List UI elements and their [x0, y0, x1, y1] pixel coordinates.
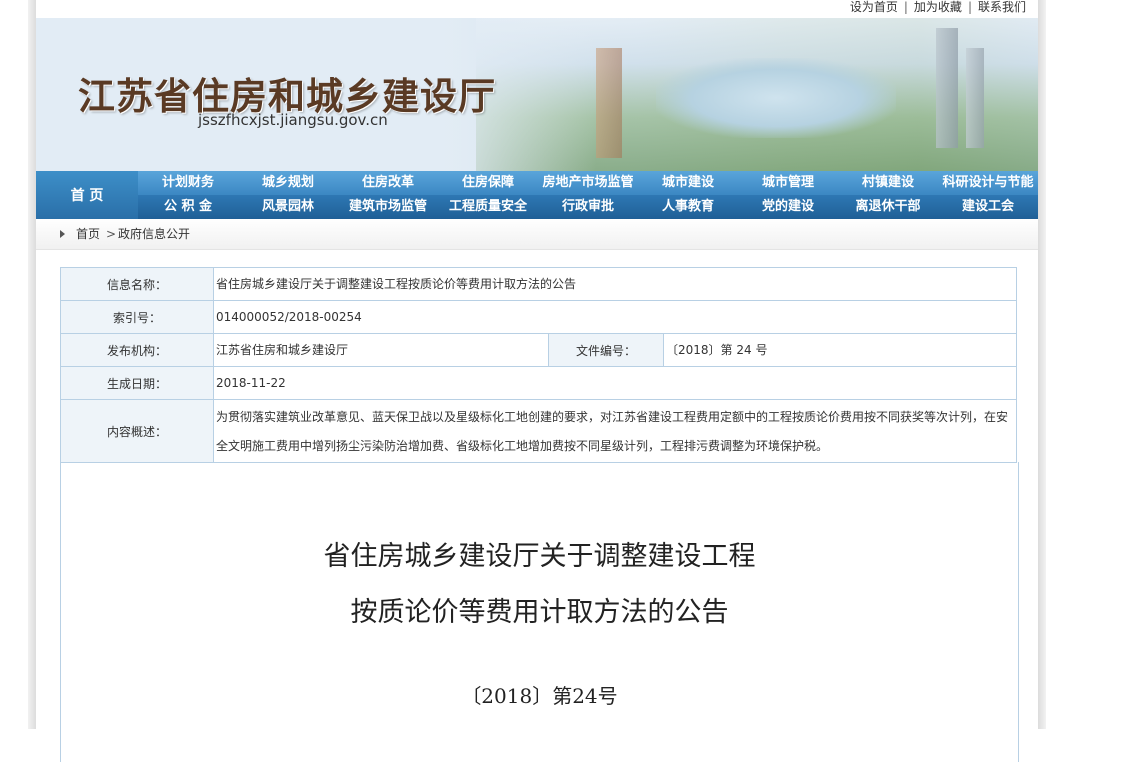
table-row: 索引号： 014000052/2018-00254	[60, 300, 1017, 334]
site-url: jsszfhcxjst.jiangsu.gov.cn	[198, 111, 388, 129]
page-shadow-right	[1038, 0, 1046, 729]
info-date-label: 生成日期：	[60, 366, 214, 400]
top-links: 设为首页 | 加为收藏 | 联系我们	[850, 0, 1026, 16]
table-row: 信息名称： 省住房城乡建设厅关于调整建设工程按质论价等费用计取方法的公告	[60, 267, 1017, 301]
nav-item-retired-cadres[interactable]: 离退休干部	[838, 195, 938, 219]
nav-item-party-building[interactable]: 党的建设	[738, 195, 838, 219]
contact-us-link[interactable]: 联系我们	[978, 0, 1026, 14]
breadcrumb-current-link[interactable]: 政府信息公开	[118, 219, 190, 249]
nav-item-urban-management[interactable]: 城市管理	[738, 171, 838, 195]
nav-item-personnel-education[interactable]: 人事教育	[638, 195, 738, 219]
info-date-value: 2018-11-22	[213, 366, 1017, 400]
nav-item-urban-construction[interactable]: 城市建设	[638, 171, 738, 195]
table-row: 内容概述： 为贯彻落实建筑业改革意见、蓝天保卫战以及星级标化工地创建的要求，对江…	[60, 399, 1017, 463]
breadcrumb-arrow-icon	[60, 230, 65, 238]
info-index-value: 014000052/2018-00254	[213, 300, 1017, 334]
set-homepage-link[interactable]: 设为首页	[850, 0, 898, 14]
info-docno-value: 〔2018〕第 24 号	[663, 333, 1017, 367]
top-links-divider: |	[967, 0, 972, 14]
nav-item-landscape-garden[interactable]: 风景园林	[238, 195, 338, 219]
nav-item-housing-security[interactable]: 住房保障	[438, 171, 538, 195]
nav-item-research-design[interactable]: 科研设计与节能	[938, 171, 1038, 195]
nav-item-provident-fund[interactable]: 公 积 金	[138, 195, 238, 219]
info-org-label: 发布机构：	[60, 333, 214, 367]
breadcrumb-separator: >	[106, 227, 117, 241]
banner-water	[656, 58, 896, 138]
banner-building	[936, 28, 958, 148]
breadcrumb: 首页 > 政府信息公开	[36, 219, 1038, 250]
nav-item-real-estate-regulation[interactable]: 房地产市场监管	[538, 171, 638, 195]
table-row: 生成日期： 2018-11-22	[60, 366, 1017, 400]
page: 设为首页 | 加为收藏 | 联系我们 江苏省住房和城乡建设厅 jsszfhcxjst.j…	[36, 0, 1038, 762]
info-org-value: 江苏省住房和城乡建设厅	[213, 333, 549, 367]
nav-row-1: 计划财务 城乡规划 住房改革 住房保障 房地产市场监管 城市建设 城市管理 村镇…	[138, 171, 1038, 195]
header-banner: 江苏省住房和城乡建设厅 jsszfhcxjst.jiangsu.gov.cn	[36, 18, 1038, 171]
document-number: 〔2018〕第24号	[461, 684, 618, 708]
nav-item-town-construction[interactable]: 村镇建设	[838, 171, 938, 195]
nav-row-2: 公 积 金 风景园林 建筑市场监管 工程质量安全 行政审批 人事教育 党的建设 …	[138, 195, 1038, 219]
nav-item-quality-safety[interactable]: 工程质量安全	[438, 195, 538, 219]
info-name-label: 信息名称：	[60, 267, 214, 301]
document-title-line-2: 按质论价等费用计取方法的公告	[350, 597, 729, 628]
document-title-line-1: 省住房城乡建设厅关于调整建设工程	[323, 541, 756, 572]
nav-item-construction-market[interactable]: 建筑市场监管	[338, 195, 438, 219]
info-table: 信息名称： 省住房城乡建设厅关于调整建设工程按质论价等费用计取方法的公告 索引号…	[60, 267, 1017, 463]
top-links-divider: |	[903, 0, 908, 14]
banner-tower	[596, 48, 622, 158]
nav-item-admin-approval[interactable]: 行政审批	[538, 195, 638, 219]
info-summary-label: 内容概述：	[60, 399, 214, 463]
nav-item-planning-finance[interactable]: 计划财务	[138, 171, 238, 195]
banner-building	[966, 48, 984, 148]
page-shadow-left	[28, 0, 36, 729]
nav-home[interactable]: 首 页	[36, 171, 138, 219]
info-docno-label: 文件编号：	[548, 333, 664, 367]
nav-item-trade-union[interactable]: 建设工会	[938, 195, 1038, 219]
info-name-value: 省住房城乡建设厅关于调整建设工程按质论价等费用计取方法的公告	[213, 267, 1017, 301]
info-index-label: 索引号：	[60, 300, 214, 334]
document-body: 省住房城乡建设厅关于调整建设工程 按质论价等费用计取方法的公告 〔2018〕第2…	[60, 462, 1019, 762]
table-row: 发布机构： 江苏省住房和城乡建设厅 文件编号： 〔2018〕第 24 号	[60, 333, 1017, 367]
add-favorite-link[interactable]: 加为收藏	[914, 0, 962, 14]
info-summary-value: 为贯彻落实建筑业改革意见、蓝天保卫战以及星级标化工地创建的要求，对江苏省建设工程…	[213, 399, 1017, 463]
nav-item-urban-rural-planning[interactable]: 城乡规划	[238, 171, 338, 195]
breadcrumb-home-link[interactable]: 首页	[76, 219, 100, 249]
nav-item-housing-reform[interactable]: 住房改革	[338, 171, 438, 195]
main-nav: 首 页 计划财务 城乡规划 住房改革 住房保障 房地产市场监管 城市建设 城市管…	[36, 171, 1038, 219]
